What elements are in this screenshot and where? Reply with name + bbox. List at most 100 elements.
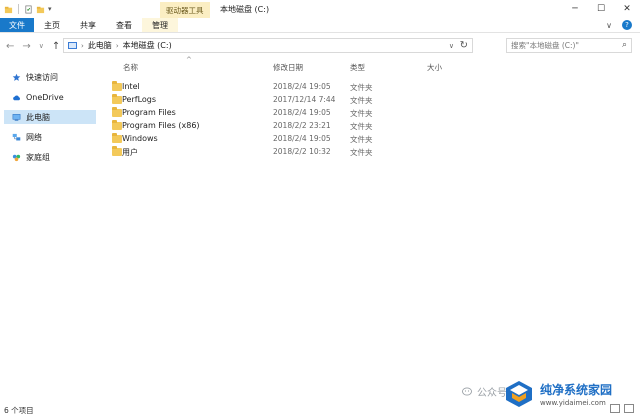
file-date: 2017/12/14 7:44 [273, 95, 336, 104]
tab-share[interactable]: 共享 [70, 18, 106, 32]
context-tab-drive-tools: 驱动器工具 [160, 2, 210, 18]
homegroup-icon [12, 154, 21, 161]
file-name: Program Files (x86) [122, 121, 200, 130]
ribbon-tabs: 文件 主页 共享 查看 管理 ∨ ? [0, 18, 640, 33]
title-bar: ▾ 驱动器工具 本地磁盘 (C:) ─ ☐ ✕ [0, 0, 640, 18]
forward-arrow-icon[interactable]: → [22, 41, 30, 52]
file-name: 用户 [122, 148, 138, 157]
up-arrow-icon[interactable]: ↑ [52, 41, 60, 52]
computer-icon [12, 113, 21, 121]
toolbar-divider [18, 4, 19, 14]
nav-item-label: 此电脑 [26, 112, 50, 122]
file-row[interactable]: Windows 2018/2/4 19:05 文件夹 [108, 133, 408, 146]
tab-home[interactable]: 主页 [34, 18, 70, 32]
navigation-buttons: ← → ∨ ↑ [0, 41, 60, 52]
file-date: 2018/2/4 19:05 [273, 134, 331, 143]
file-row[interactable]: 用户 2018/2/2 10:32 文件夹 [108, 146, 408, 159]
nav-item-network[interactable]: 网络 [4, 130, 96, 144]
network-icon [12, 133, 21, 140]
expand-ribbon-icon[interactable]: ∨ [606, 21, 612, 30]
column-header-name[interactable]: 名称 [123, 62, 138, 73]
site-name: 纯净系统家园 [540, 383, 613, 397]
file-row[interactable]: Program Files (x86) 2018/2/2 23:21 文件夹 [108, 120, 408, 133]
nav-item-quick-access[interactable]: 快速访问 [4, 70, 96, 84]
back-arrow-icon[interactable]: ← [6, 41, 14, 52]
file-row[interactable]: Program Files 2018/2/4 19:05 文件夹 [108, 107, 408, 120]
nav-item-homegroup[interactable]: 家庭组 [4, 150, 96, 164]
breadcrumb-local-disk[interactable]: 本地磁盘 (C:) [123, 40, 172, 51]
breadcrumb-separator: › [81, 41, 84, 50]
help-icon[interactable]: ? [622, 20, 632, 30]
file-type: 文件夹 [350, 83, 373, 92]
nav-item-label: OneDrive [26, 92, 64, 102]
view-toggle-group [610, 404, 634, 413]
file-type: 文件夹 [350, 135, 373, 144]
folder-icon [112, 120, 122, 130]
file-type: 文件夹 [350, 109, 373, 118]
file-name: Windows [122, 134, 158, 143]
customize-toolbar-icon[interactable]: ▾ [48, 5, 52, 13]
quick-access-toolbar: ▾ [0, 0, 52, 18]
site-url: www.yidaimei.com [540, 399, 606, 407]
minimize-button[interactable]: ─ [562, 0, 588, 18]
file-row[interactable]: Intel 2018/2/4 19:05 文件夹 [108, 81, 408, 94]
file-date: 2018/2/2 10:32 [273, 147, 331, 156]
star-icon [12, 73, 21, 81]
nav-item-label: 家庭组 [26, 152, 50, 162]
file-name: Program Files [122, 108, 176, 117]
breadcrumb-separator: › [115, 41, 119, 50]
tab-manage[interactable]: 管理 [142, 18, 178, 32]
file-date: 2018/2/2 23:21 [273, 121, 331, 130]
window-title: 本地磁盘 (C:) [220, 5, 270, 14]
nav-item-label: 快速访问 [26, 72, 58, 82]
details-view-button[interactable] [610, 404, 620, 413]
column-header-size[interactable]: 大小 [427, 62, 442, 73]
properties-icon[interactable] [24, 5, 33, 14]
nav-item-onedrive[interactable]: OneDrive [4, 90, 96, 104]
address-dropdown-icon[interactable]: ∨ [449, 42, 454, 50]
folder-icon [112, 107, 122, 117]
close-button[interactable]: ✕ [614, 0, 640, 18]
address-bar-row: ← → ∨ ↑ › 此电脑 › 本地磁盘 (C:) ∨ ↻ 搜索"本地磁盘 (C… [0, 36, 640, 56]
this-pc-icon [68, 42, 77, 49]
wechat-watermark: 公众号 [462, 384, 507, 399]
site-logo-icon [506, 381, 532, 407]
file-type: 文件夹 [350, 122, 373, 131]
folder-icon [112, 133, 122, 143]
column-header-date[interactable]: 修改日期 [273, 62, 303, 73]
recent-locations-icon[interactable]: ∨ [39, 42, 44, 50]
site-watermark: 纯净系统家园 www.yidaimei.com [540, 381, 612, 407]
folder-icon [112, 94, 122, 104]
large-icons-view-button[interactable] [624, 404, 634, 413]
search-placeholder: 搜索"本地磁盘 (C:)" [511, 41, 579, 50]
sort-ascending-icon: ^ [186, 56, 192, 64]
tab-file[interactable]: 文件 [0, 18, 34, 32]
status-item-count: 6 个项目 [4, 406, 34, 415]
refresh-icon[interactable]: ↻ [460, 40, 468, 51]
column-header-type[interactable]: 类型 [350, 62, 365, 73]
folder-icon [112, 146, 122, 156]
maximize-button[interactable]: ☐ [588, 0, 614, 18]
file-type: 文件夹 [350, 148, 373, 157]
cloud-icon [13, 94, 21, 100]
tab-view[interactable]: 查看 [106, 18, 142, 32]
ribbon-right-controls: ∨ ? [606, 18, 640, 32]
address-field[interactable]: › 此电脑 › 本地磁盘 (C:) ∨ ↻ [63, 38, 473, 53]
file-list: ^ 名称 修改日期 类型 大小 Intel 2018/2/4 19:05 文件夹… [100, 56, 640, 400]
navigation-pane: 快速访问 OneDrive 此电脑 网络 家庭组 [0, 60, 100, 400]
explorer-app-icon [4, 6, 13, 13]
wechat-icon [462, 386, 472, 396]
file-date: 2018/2/4 19:05 [273, 82, 331, 91]
nav-item-label: 网络 [26, 132, 42, 142]
search-icon: ⌕ [621, 40, 627, 50]
file-name: Intel [122, 82, 140, 91]
new-folder-icon[interactable] [36, 5, 45, 14]
file-name: PerfLogs [122, 95, 157, 104]
breadcrumb-this-pc[interactable]: 此电脑 [88, 40, 112, 51]
search-input[interactable]: 搜索"本地磁盘 (C:)" ⌕ [506, 38, 632, 53]
file-type: 文件夹 [350, 96, 373, 105]
file-row[interactable]: PerfLogs 2017/12/14 7:44 文件夹 [108, 94, 408, 107]
folder-icon [112, 81, 122, 91]
file-date: 2018/2/4 19:05 [273, 108, 331, 117]
nav-item-this-pc[interactable]: 此电脑 [4, 110, 96, 124]
